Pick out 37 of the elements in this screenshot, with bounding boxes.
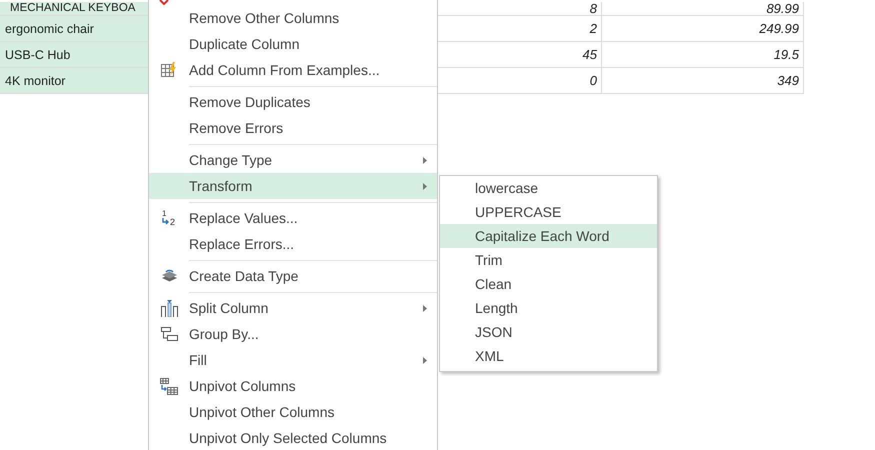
menu-item[interactable]: lowercase bbox=[440, 176, 657, 200]
table-cell: MECHANICAL KEYBOA bbox=[0, 2, 148, 15]
split-column-icon bbox=[160, 300, 178, 316]
table-lightning-icon bbox=[161, 62, 177, 78]
unpivot-icon bbox=[160, 378, 178, 394]
menu-item[interactable]: Trim bbox=[440, 248, 657, 272]
menu-item[interactable]: Fill bbox=[149, 347, 437, 373]
menu-item[interactable]: 1 2 Replace Values... bbox=[149, 205, 437, 231]
menu-item[interactable]: Split Column bbox=[149, 295, 437, 321]
layers-icon bbox=[160, 268, 178, 284]
group-icon bbox=[160, 327, 178, 341]
menu-item[interactable]: Capitalize Each Word bbox=[440, 224, 657, 248]
menu-item[interactable]: Length bbox=[440, 296, 657, 320]
menu-item[interactable]: Group By... bbox=[149, 321, 437, 347]
menu-item[interactable]: JSON bbox=[440, 320, 657, 344]
table-cell: 349 bbox=[602, 68, 804, 93]
menu-item[interactable]: Unpivot Only Selected Columns bbox=[149, 425, 437, 450]
table-cell: 19.5 bbox=[602, 42, 804, 67]
submenu-arrow-icon bbox=[423, 157, 427, 164]
submenu-arrow-icon bbox=[423, 183, 427, 190]
submenu-arrow-icon bbox=[423, 357, 427, 364]
menu-item[interactable]: Replace Errors... bbox=[149, 231, 437, 257]
menu-item[interactable]: Change Type bbox=[149, 147, 437, 173]
table-cell: ergonomic chair bbox=[0, 16, 148, 41]
menu-item[interactable]: Remove Errors bbox=[149, 115, 437, 141]
menu-item[interactable]: UPPERCASE bbox=[440, 200, 657, 224]
menu-item[interactable]: Transform bbox=[149, 173, 437, 199]
table-cell: 89.99 bbox=[602, 2, 804, 15]
submenu-arrow-icon bbox=[423, 305, 427, 312]
menu-item[interactable]: Clean bbox=[440, 272, 657, 296]
menu-item[interactable]: Unpivot Other Columns bbox=[149, 399, 437, 425]
menu-item[interactable]: Unpivot Columns bbox=[149, 373, 437, 399]
table-cell: USB-C Hub bbox=[0, 42, 148, 67]
menu-item[interactable]: Create Data Type bbox=[149, 263, 437, 289]
table-cell: 4K monitor bbox=[0, 68, 148, 93]
table-cell: 249.99 bbox=[602, 16, 804, 41]
menu-item[interactable]: XML bbox=[440, 344, 657, 368]
